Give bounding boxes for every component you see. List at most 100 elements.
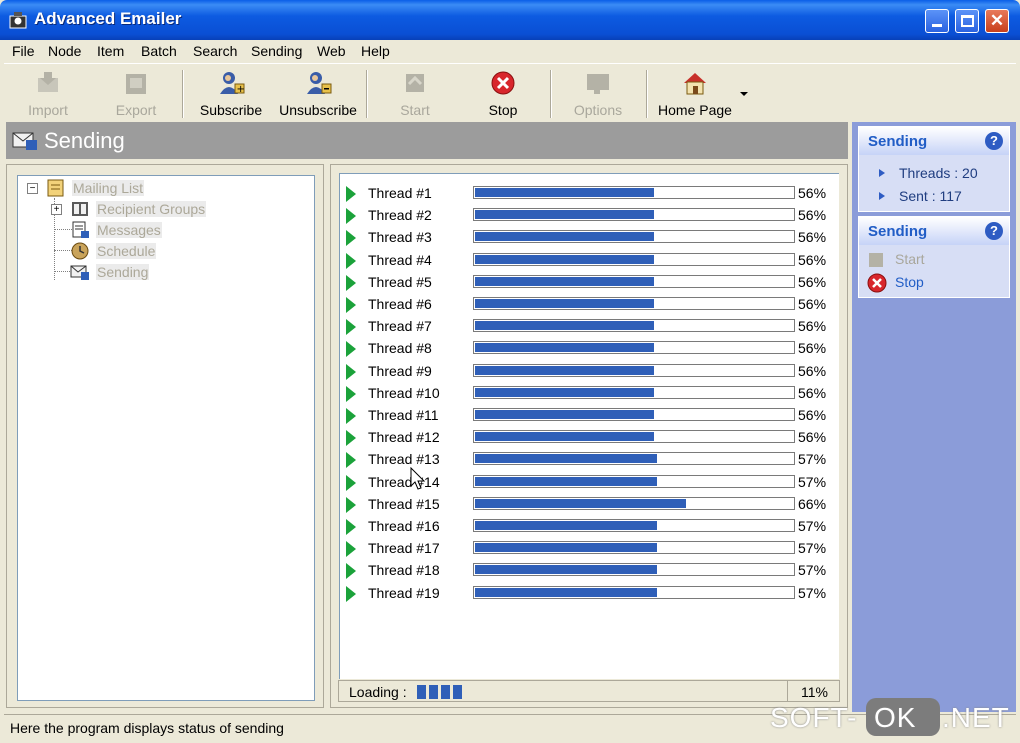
thread-row: Thread #10 56% — [346, 382, 830, 404]
export-icon — [126, 74, 146, 94]
close-button[interactable]: ✕ — [985, 9, 1009, 33]
options-icon — [587, 74, 609, 94]
loading-label: Loading : — [349, 684, 407, 700]
chevron-down-icon[interactable] — [740, 92, 748, 96]
subscribe-button[interactable]: + Subscribe — [198, 68, 264, 120]
menu-batch[interactable]: Batch — [141, 43, 177, 59]
thread-name: Thread #10 — [368, 384, 440, 401]
thread-percent: 57% — [798, 451, 827, 468]
thread-progress-bar — [473, 319, 795, 333]
thread-row: Thread #1 56% — [346, 182, 830, 204]
thread-progress-fill — [475, 365, 654, 375]
sending-info-header[interactable]: Sending ? — [859, 127, 1009, 155]
thread-name: Thread #1 — [368, 185, 432, 201]
status-bar: Here the program displays status of send… — [4, 714, 1016, 741]
thread-row: Thread #8 56% — [346, 337, 830, 359]
maximize-button[interactable] — [955, 9, 979, 33]
menu-file[interactable]: File — [12, 43, 35, 59]
loading-progress-block — [429, 685, 438, 699]
tree-collapse-toggle[interactable]: − — [27, 183, 38, 194]
thread-progress-bar — [473, 430, 795, 444]
menu-sending[interactable]: Sending — [251, 43, 302, 59]
thread-progress-fill — [475, 587, 657, 597]
stop-icon — [491, 71, 515, 95]
thread-progress-bar — [473, 385, 795, 399]
close-icon: ✕ — [989, 11, 1005, 30]
play-arrow-icon — [346, 341, 356, 358]
thread-progress-bar — [473, 297, 795, 310]
thread-row: Thread #4 56% — [346, 249, 830, 271]
thread-progress-fill — [475, 321, 654, 331]
thread-progress-bar — [473, 341, 795, 355]
thread-progress-bar — [473, 408, 795, 421]
thread-progress-bar — [473, 541, 795, 555]
home-page-button[interactable]: Home Page — [656, 68, 734, 120]
thread-progress-fill — [475, 454, 657, 464]
thread-progress-fill — [475, 543, 657, 553]
thread-name: Thread #6 — [368, 296, 432, 312]
status-divider — [787, 681, 788, 701]
thread-name: Thread #14 — [368, 473, 440, 490]
play-arrow-icon — [346, 186, 356, 202]
play-arrow-icon — [346, 319, 356, 336]
menu-node[interactable]: Node — [48, 43, 81, 59]
start-button[interactable]: Start — [392, 68, 438, 120]
menu-web[interactable]: Web — [317, 43, 346, 59]
loading-percent: 11% — [801, 684, 828, 700]
thread-progress-bar — [473, 563, 795, 577]
thread-progress-fill — [475, 188, 654, 197]
thread-progress-bar — [473, 208, 795, 222]
sending-actions-header[interactable]: Sending ? — [859, 217, 1009, 245]
import-button[interactable]: Import — [22, 68, 74, 120]
thread-progress-bar — [473, 252, 795, 266]
minimize-button[interactable] — [925, 9, 949, 33]
options-button[interactable]: Options — [570, 68, 626, 120]
stop-button[interactable]: Stop — [480, 68, 526, 120]
thread-progress-fill — [475, 565, 657, 575]
menu-search[interactable]: Search — [193, 43, 237, 59]
thread-name: Thread #13 — [368, 451, 440, 468]
thread-progress-bar — [473, 186, 795, 199]
thread-name: Thread #9 — [368, 362, 432, 379]
thread-progress-fill — [475, 299, 654, 308]
play-arrow-icon — [346, 385, 356, 402]
thread-name: Thread #8 — [368, 340, 432, 357]
play-arrow-icon — [346, 430, 356, 447]
thread-progress-fill — [475, 210, 654, 220]
loading-progress-block — [453, 685, 462, 699]
window-title: Advanced Emailer — [34, 9, 182, 28]
thread-progress-fill — [475, 476, 657, 486]
maximize-icon — [961, 15, 974, 27]
tree-expand-toggle[interactable]: + — [51, 204, 62, 215]
play-arrow-icon — [346, 452, 356, 469]
menu-bar: File Node Item Batch Search Sending Web … — [4, 40, 1016, 62]
menu-help[interactable]: Help — [361, 43, 390, 59]
help-icon[interactable]: ? — [985, 222, 1003, 240]
thread-percent: 56% — [798, 207, 827, 224]
sending-icon — [70, 265, 89, 280]
thread-percent: 57% — [798, 473, 827, 490]
notebook-icon — [47, 179, 64, 197]
play-arrow-icon — [346, 496, 356, 513]
start-icon — [869, 253, 883, 267]
thread-row: Thread #18 57% — [346, 559, 830, 581]
thread-progress-fill — [475, 521, 657, 530]
thread-row: Thread #9 56% — [346, 360, 830, 382]
help-icon[interactable]: ? — [985, 132, 1003, 150]
thread-progress-fill — [475, 232, 654, 242]
menu-item[interactable]: Item — [97, 43, 124, 59]
sending-actions-box: Sending ? Start Stop — [858, 216, 1010, 298]
thread-progress-fill — [475, 498, 686, 508]
thread-percent: 56% — [798, 407, 827, 423]
loading-progress-block — [417, 685, 426, 699]
toolbar: Import Export + Subscribe Unsubscribe St… — [4, 63, 1016, 121]
thread-percent: 56% — [798, 185, 827, 201]
thread-name: Thread #15 — [368, 495, 440, 512]
export-button[interactable]: Export — [108, 68, 164, 120]
thread-percent: 56% — [798, 340, 827, 357]
unsubscribe-button[interactable]: Unsubscribe — [278, 68, 358, 120]
thread-row: Thread #3 56% — [346, 226, 830, 248]
page-title: Sending — [44, 128, 125, 153]
thread-name: Thread #18 — [368, 562, 440, 579]
thread-name: Thread #19 — [368, 584, 440, 601]
